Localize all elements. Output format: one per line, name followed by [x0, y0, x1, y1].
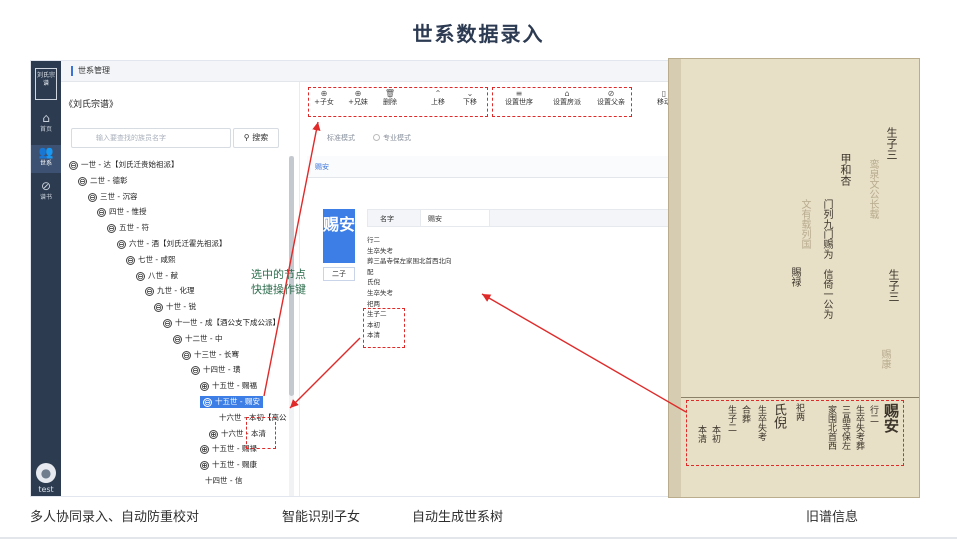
- mode-standard[interactable]: 标准模式: [327, 133, 355, 143]
- collapse-icon[interactable]: ⊖: [126, 255, 135, 265]
- tree-node[interactable]: ⊖ 四世 - 惟授: [97, 206, 146, 218]
- book-icon: ⊘: [40, 179, 52, 193]
- scan-column: 信倚一公为: [821, 269, 832, 319]
- scan-column: 生子三: [887, 269, 900, 302]
- highlight-toolbar-right: [492, 87, 632, 117]
- expand-icon[interactable]: ⊕: [200, 461, 209, 471]
- highlight-child-text: [363, 308, 405, 348]
- expand-icon[interactable]: ⊕: [209, 429, 218, 439]
- tree-node[interactable]: ⊖ 三世 - 沉容: [88, 191, 137, 203]
- top-bar: 世系管理: [61, 61, 679, 82]
- sidebar-item-book[interactable]: ⊘ 谱书: [31, 179, 61, 207]
- tree-node[interactable]: ⊖ 七世 - 咸熙: [126, 254, 175, 266]
- sidebar-item-home[interactable]: ⌂ 首页: [31, 111, 61, 139]
- users-icon: 👥: [38, 145, 54, 159]
- highlight-children: [246, 417, 276, 449]
- tree-node[interactable]: ⊕ 十五世 - 赐康: [200, 459, 257, 471]
- tree-node[interactable]: ⊖ 十三世 - 长骞: [182, 349, 239, 361]
- tree-node[interactable]: ⊖ 十二世 - 中: [173, 333, 222, 345]
- name-field-value: 赐安: [428, 215, 442, 223]
- home-icon: ⌂: [42, 111, 50, 125]
- collapse-icon[interactable]: ⊖: [107, 224, 116, 234]
- person-name-card: 赐安: [323, 209, 355, 263]
- avatar[interactable]: ●: [36, 463, 56, 483]
- scan-column: 生子三: [885, 127, 898, 160]
- expand-icon[interactable]: ⊕: [200, 445, 209, 455]
- genealogy-name: 《刘氏宗谱》: [64, 100, 119, 110]
- collapse-icon[interactable]: ⊖: [78, 176, 87, 186]
- annotation-selected-node: 选中的节点 快捷操作键: [251, 268, 306, 296]
- highlight-old-record: [686, 400, 904, 466]
- caption-children: 智能识别子女: [282, 510, 361, 525]
- collapse-icon[interactable]: ⊖: [136, 271, 145, 281]
- caption-old-record: 旧谱信息: [806, 510, 859, 525]
- scan-column: 门列九门赐为: [821, 199, 832, 259]
- slide-divider: [0, 537, 957, 539]
- scan-page-edge: [669, 59, 681, 497]
- scan-rule: [681, 397, 919, 398]
- caption-tree: 自动生成世系树: [412, 510, 504, 525]
- sidebar: 刘氏宗谱 ⌂ 首页 👥 世系 ⊘ 谱书 ● test: [31, 61, 61, 496]
- tree-node[interactable]: ⊖ 九世 - 化理: [145, 285, 194, 297]
- scan-column: 文有载列国: [799, 199, 810, 249]
- mode-professional[interactable]: 专业模式: [373, 133, 411, 143]
- tree-node[interactable]: ⊖ 一世 - 达【刘氏迁贵始祖派】: [69, 159, 178, 171]
- name-field-row: 名字 赐安: [367, 209, 679, 227]
- scan-column: 甲和杏: [839, 153, 852, 186]
- collapse-icon[interactable]: ⊖: [97, 208, 106, 218]
- genealogy-app-window: 刘氏宗谱 ⌂ 首页 👥 世系 ⊘ 谱书 ● test 世系管理 《刘氏宗谱》 输…: [30, 60, 680, 497]
- collapse-icon[interactable]: ⊖: [203, 398, 212, 407]
- tree-node[interactable]: ⊖ 五世 - 符: [107, 222, 149, 234]
- search-input[interactable]: 输入要查找的族员名字: [71, 128, 231, 148]
- expand-icon[interactable]: ⊕: [200, 382, 209, 392]
- tree-node[interactable]: ⊖ 十世 - 锐: [154, 301, 196, 313]
- collapse-icon[interactable]: ⊖: [154, 303, 163, 313]
- collapse-icon[interactable]: ⊖: [69, 161, 78, 170]
- collapse-icon[interactable]: ⊖: [173, 334, 182, 344]
- sidebar-item-lineage[interactable]: 👥 世系: [31, 145, 61, 173]
- tree-node-selected[interactable]: ⊖ 十五世 - 赐安: [200, 396, 263, 408]
- name-field-label: 名字: [380, 215, 394, 223]
- collapse-icon[interactable]: ⊖: [117, 240, 126, 249]
- subtab-bar: 赐安: [307, 156, 679, 178]
- scan-column: 鸾泉文公长载: [867, 159, 878, 219]
- tree-node[interactable]: 十四世 - 信: [205, 475, 242, 487]
- scan-column: 赐康: [879, 349, 890, 369]
- search-button[interactable]: ⚲ 搜索: [233, 128, 279, 148]
- collapse-icon[interactable]: ⊖: [163, 319, 172, 328]
- caption-collaboration: 多人协同录入、自动防重校对: [30, 510, 200, 525]
- radio-icon[interactable]: [373, 134, 380, 141]
- collapse-icon[interactable]: ⊖: [191, 366, 200, 376]
- search-icon: ⚲: [243, 133, 253, 142]
- topbar-title: 世系管理: [71, 66, 110, 76]
- collapse-icon[interactable]: ⊖: [145, 287, 154, 297]
- collapse-icon[interactable]: ⊖: [182, 350, 191, 360]
- tree-node[interactable]: ⊕ 十五世 - 赐福: [200, 380, 257, 392]
- collapse-icon[interactable]: ⊖: [88, 192, 97, 202]
- tab-person[interactable]: 赐安: [315, 162, 329, 172]
- user-name: test: [38, 485, 54, 494]
- tree-node[interactable]: ⊖ 十一世 - 成【酒公支下成公派】: [163, 317, 280, 329]
- slide-title: 世系数据录入: [412, 22, 545, 46]
- tree-node[interactable]: ⊖ 十四世 - 璜: [191, 364, 240, 376]
- tree-node[interactable]: ⊖ 八世 - 献: [136, 270, 178, 282]
- app-logo: 刘氏宗谱: [35, 68, 57, 100]
- tree-node[interactable]: ⊖ 六世 - 酒【刘氏迁霍先祖派】: [117, 238, 226, 250]
- tree-node[interactable]: ⊖ 二世 - 德彰: [78, 175, 127, 187]
- highlight-toolbar-left: [308, 87, 488, 117]
- scan-column: 賜禄: [789, 267, 800, 287]
- child-order-badge: 二子: [323, 267, 355, 281]
